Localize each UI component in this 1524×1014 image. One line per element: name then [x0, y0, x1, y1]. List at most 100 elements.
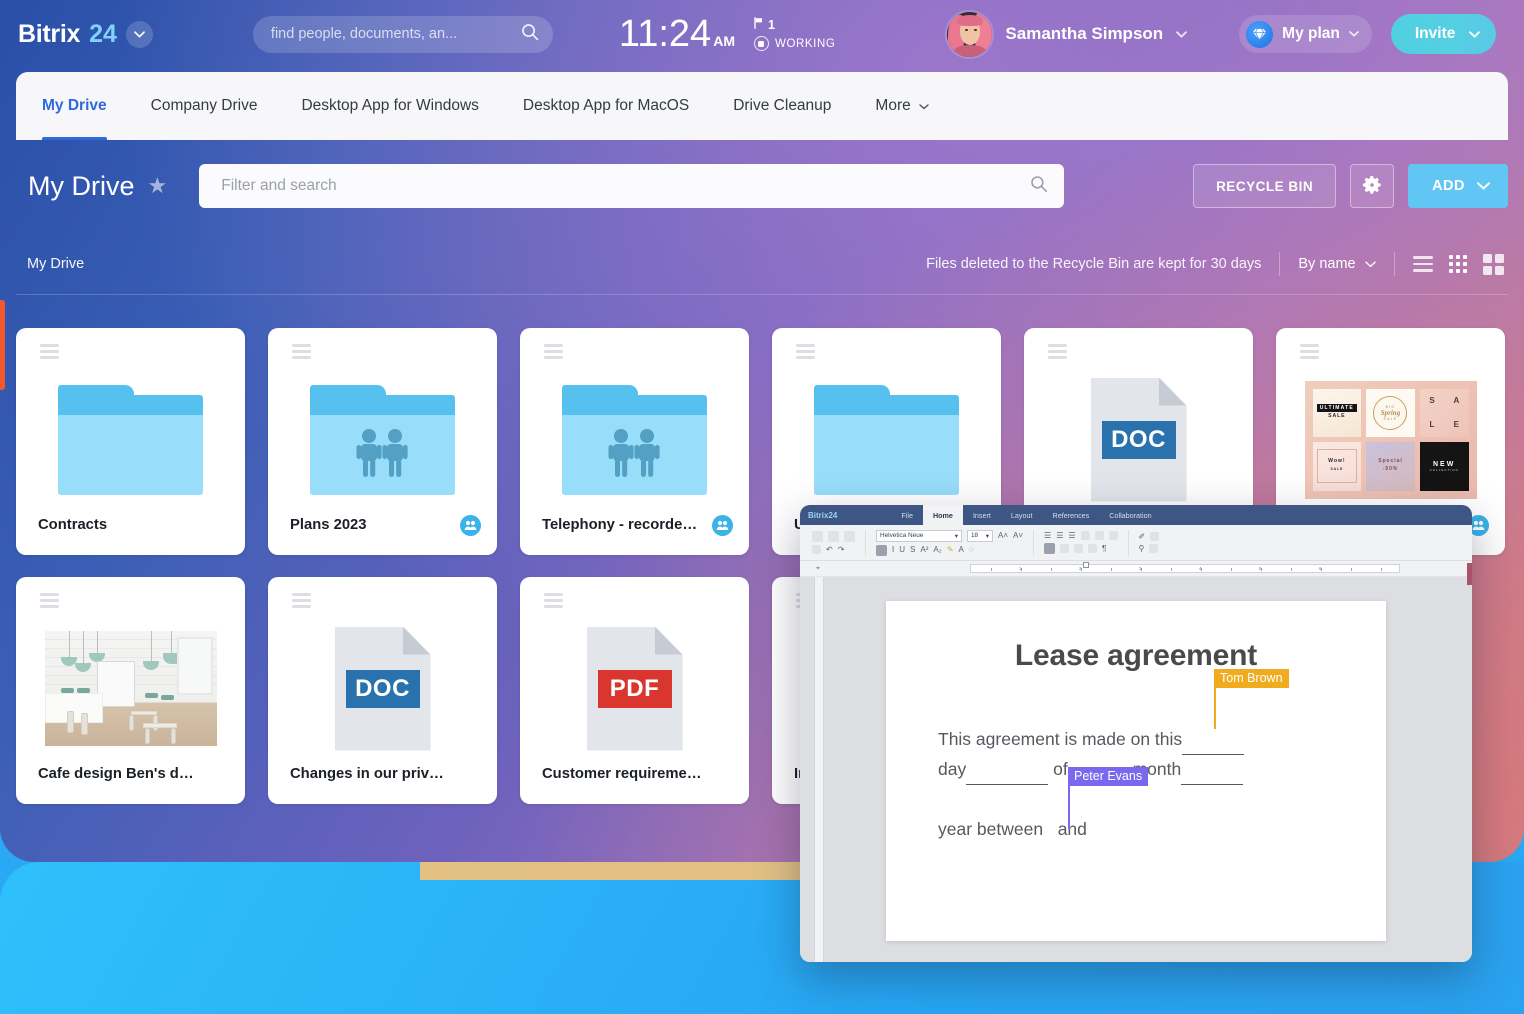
- editor-tab-file[interactable]: File: [891, 505, 923, 525]
- file-card-telephony-recorded-calls[interactable]: Telephony - recorded calls: [520, 328, 749, 555]
- editor-tab-references[interactable]: References: [1043, 505, 1100, 525]
- file-card-privacy-policy-doc[interactable]: DOC Changes in our privacy poli...: [268, 577, 497, 804]
- tab-desktop-app-macos-label: Desktop App for MacOS: [523, 97, 689, 115]
- bold-icon[interactable]: [876, 545, 887, 556]
- working-status-button[interactable]: WORKING: [754, 36, 835, 51]
- breadcrumb[interactable]: My Drive: [27, 256, 84, 272]
- tab-my-drive[interactable]: My Drive: [42, 72, 107, 140]
- document-page[interactable]: Lease agreement This agreement is made o…: [886, 601, 1386, 941]
- editor-tab-collaboration[interactable]: Collaboration: [1099, 505, 1161, 525]
- card-menu-icon[interactable]: [544, 344, 563, 359]
- align-center-icon[interactable]: [1060, 544, 1069, 553]
- filter-search-input[interactable]: Filter and search: [199, 164, 1064, 208]
- file-card-cafe-design[interactable]: Cafe design Ben's deal.jpg: [16, 577, 245, 804]
- tab-desktop-app-windows[interactable]: Desktop App for Windows: [301, 72, 478, 140]
- font-family-select[interactable]: Helvetica Neue ▾: [876, 530, 962, 542]
- logo-brand-text: Bitrix: [18, 20, 80, 49]
- tab-drive-cleanup[interactable]: Drive Cleanup: [733, 72, 831, 140]
- editor-canvas[interactable]: Lease agreement This agreement is made o…: [800, 577, 1472, 962]
- editor-tab-home[interactable]: Home: [923, 505, 963, 525]
- styles-gallery-icon[interactable]: [1150, 532, 1159, 541]
- editor-tab-insert[interactable]: Insert: [963, 505, 1001, 525]
- ribbon-group-styles: ✐ ⚲: [1133, 532, 1166, 553]
- undo-icon[interactable]: ↶: [826, 546, 833, 554]
- chevron-down-icon[interactable]: [1349, 31, 1359, 37]
- editor-tab-layout[interactable]: Layout: [1001, 505, 1043, 525]
- grid-small-view-icon[interactable]: [1449, 255, 1467, 273]
- strikethrough-icon[interactable]: S: [910, 546, 915, 554]
- insert-field-icon[interactable]: [1149, 544, 1158, 553]
- paint-format-icon[interactable]: [812, 531, 823, 542]
- underline-icon[interactable]: U: [899, 546, 905, 554]
- indent-marker-handle[interactable]: [1083, 562, 1089, 568]
- font-color-icon[interactable]: A: [959, 546, 964, 554]
- superscript-icon[interactable]: A²: [920, 546, 928, 554]
- search-icon[interactable]: [521, 23, 539, 46]
- redo-icon[interactable]: ↷: [838, 546, 845, 554]
- document-editor-window[interactable]: Bitrix24 File Home Insert Layout Referen…: [800, 505, 1472, 962]
- numbered-list-icon[interactable]: ☰: [1056, 532, 1063, 540]
- card-menu-icon[interactable]: [40, 593, 59, 608]
- flag-counter[interactable]: 1: [754, 17, 835, 32]
- increase-indent-icon[interactable]: [1095, 531, 1104, 540]
- recycle-bin-button[interactable]: RECYCLE BIN: [1193, 164, 1336, 208]
- page-title: My Drive: [28, 171, 135, 202]
- card-menu-icon[interactable]: [292, 593, 311, 608]
- star-icon[interactable]: ★: [148, 175, 168, 197]
- search-icon[interactable]: [1030, 175, 1048, 198]
- format-painter-icon[interactable]: ✐: [1139, 533, 1146, 541]
- global-search-input[interactable]: find people, documents, an...: [253, 16, 553, 53]
- tab-desktop-app-macos[interactable]: Desktop App for MacOS: [523, 72, 689, 140]
- sort-select[interactable]: By name: [1298, 256, 1375, 272]
- file-card-contracts[interactable]: Contracts: [16, 328, 245, 555]
- card-menu-icon[interactable]: [1300, 344, 1319, 359]
- card-menu-icon[interactable]: [40, 344, 59, 359]
- cut-icon[interactable]: [812, 545, 821, 554]
- increase-font-size-icon[interactable]: A˄: [998, 532, 1008, 540]
- add-button[interactable]: ADD: [1408, 164, 1508, 208]
- horizontal-ruler[interactable]: 12 34 56: [970, 564, 1400, 573]
- invite-button[interactable]: Invite: [1391, 14, 1496, 54]
- app-logo[interactable]: Bitrix 24: [18, 20, 153, 49]
- align-left-icon[interactable]: [1044, 543, 1055, 554]
- bulleted-list-icon[interactable]: ☰: [1044, 532, 1051, 540]
- list-view-icon[interactable]: [1413, 256, 1433, 271]
- tab-company-drive[interactable]: Company Drive: [151, 72, 258, 140]
- decrease-indent-icon[interactable]: [1081, 531, 1090, 540]
- recycle-bin-label: RECYCLE BIN: [1216, 179, 1313, 194]
- vertical-ruler[interactable]: [814, 577, 824, 962]
- grid-large-view-icon[interactable]: [1483, 254, 1504, 275]
- file-card-customer-requirements-pdf[interactable]: PDF Customer requirements.pdf: [520, 577, 749, 804]
- chevron-down-icon[interactable]: [126, 21, 153, 48]
- people-icon: [607, 427, 663, 479]
- card-menu-icon[interactable]: [544, 593, 563, 608]
- align-right-icon[interactable]: [1074, 544, 1083, 553]
- chevron-down-icon[interactable]: [1176, 31, 1187, 38]
- decrease-font-size-icon[interactable]: A˅: [1013, 532, 1023, 540]
- font-size-select[interactable]: 18 ▾: [967, 530, 993, 542]
- align-justify-icon[interactable]: [1088, 544, 1097, 553]
- font-family-value: Helvetica Neue: [880, 532, 923, 539]
- chevron-down-icon[interactable]: [1469, 31, 1480, 38]
- file-card-plans-2023[interactable]: Plans 2023: [268, 328, 497, 555]
- line-spacing-icon[interactable]: [1109, 531, 1118, 540]
- card-menu-icon[interactable]: [292, 344, 311, 359]
- settings-button[interactable]: [1350, 164, 1394, 208]
- card-menu-icon[interactable]: [796, 344, 815, 359]
- card-menu-icon[interactable]: [1048, 344, 1067, 359]
- tab-more[interactable]: More: [875, 72, 928, 140]
- my-plan-button[interactable]: My plan: [1239, 15, 1372, 53]
- shared-folder-icon: [268, 372, 497, 507]
- font-size-value: 18: [971, 532, 978, 539]
- clear-styles-icon[interactable]: ⚲: [1139, 545, 1145, 553]
- multilevel-list-icon[interactable]: ☰: [1068, 532, 1075, 540]
- show-paragraph-marks-icon[interactable]: ¶: [1102, 545, 1106, 553]
- folder-icon: [772, 372, 1001, 507]
- copy-icon[interactable]: [828, 531, 839, 542]
- highlight-color-icon[interactable]: ✎: [947, 546, 954, 554]
- italic-icon[interactable]: I: [892, 546, 894, 554]
- paste-icon[interactable]: [844, 531, 855, 542]
- clear-format-icon[interactable]: ◌: [969, 546, 974, 554]
- subscript-icon[interactable]: A₂: [933, 546, 941, 554]
- user-menu[interactable]: Samantha Simpson: [947, 12, 1187, 57]
